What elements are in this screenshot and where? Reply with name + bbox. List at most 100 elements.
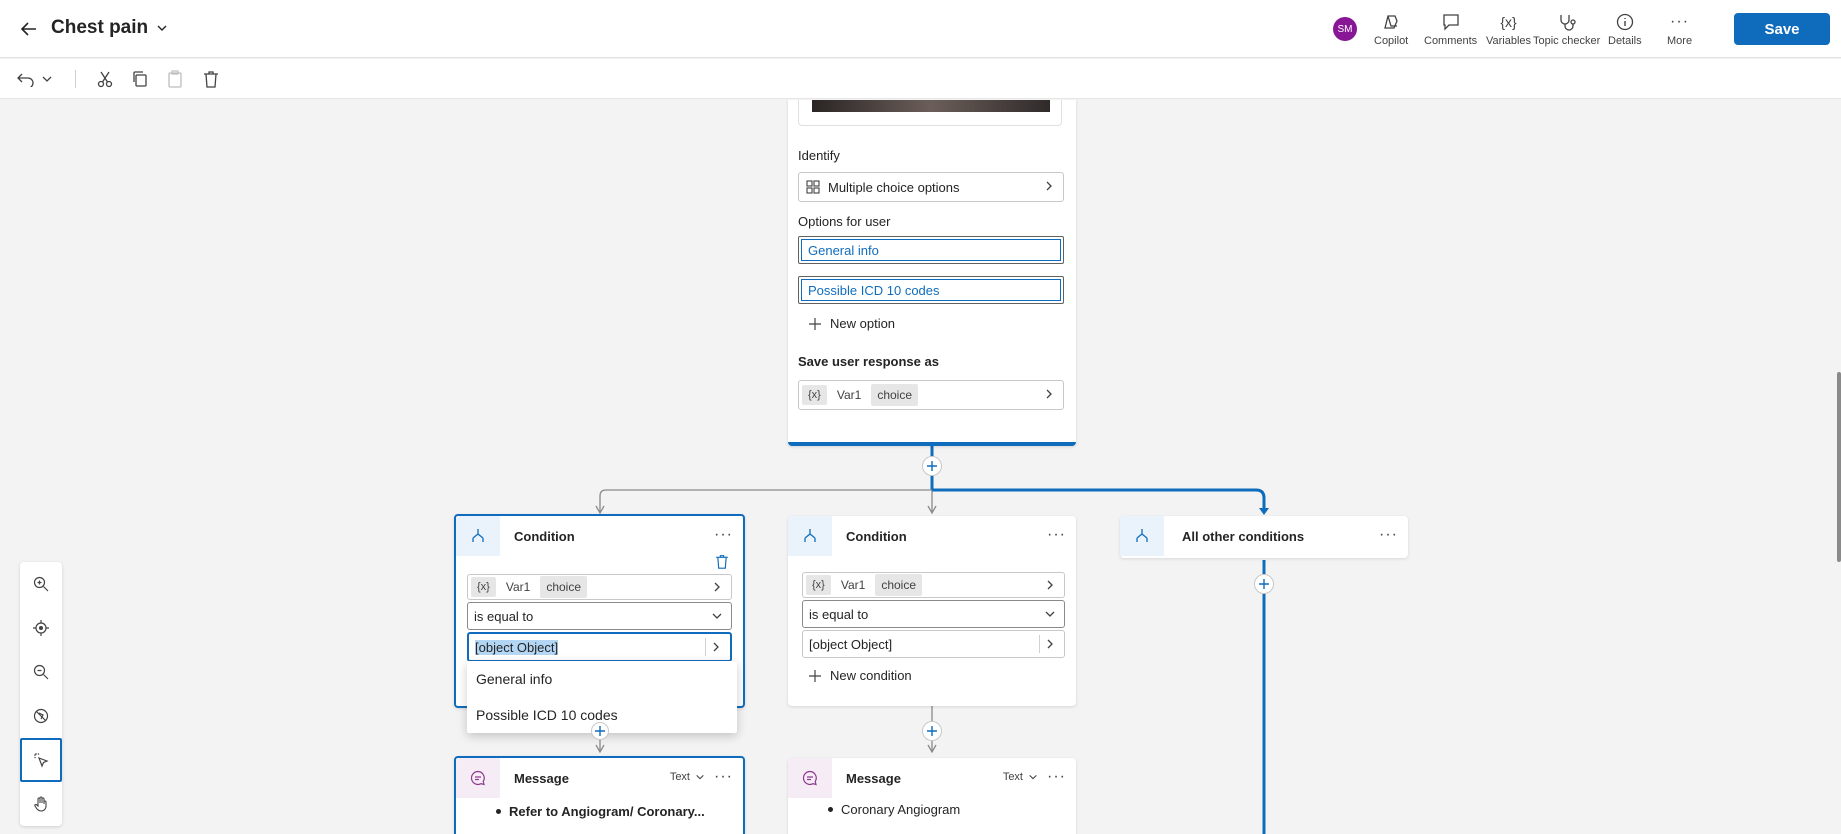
- condition-title: Condition: [846, 528, 907, 544]
- branch-icon: [1136, 529, 1148, 542]
- zoom-in-button[interactable]: [20, 562, 62, 606]
- message-icon-wrap: [788, 758, 832, 798]
- branch-icon: [804, 529, 816, 542]
- condition-value-input[interactable]: [object Object]: [467, 632, 732, 662]
- trash-icon: [204, 71, 218, 88]
- info-icon: [1616, 13, 1633, 31]
- condition-operator-select[interactable]: is equal to: [802, 600, 1065, 628]
- avatar[interactable]: SM: [1333, 17, 1357, 41]
- copilot-icon: [1384, 15, 1398, 29]
- option-input-general-info[interactable]: General info: [798, 236, 1064, 264]
- chevron-right-icon: [1047, 580, 1053, 590]
- authoring-canvas[interactable]: Identify Multiple choice options Options…: [0, 100, 1841, 834]
- add-node-button[interactable]: [922, 721, 942, 741]
- variables-icon: {x}: [1500, 14, 1517, 30]
- select-mode-button[interactable]: [20, 738, 62, 782]
- cut-button[interactable]: [93, 68, 117, 90]
- topic-checker-button[interactable]: Topic checker: [1533, 12, 1600, 47]
- zoom-out-button[interactable]: [20, 650, 62, 694]
- new-option-button[interactable]: New option: [808, 316, 895, 331]
- save-response-label: Save user response as: [798, 354, 939, 369]
- node-more-icon[interactable]: ···: [714, 768, 733, 786]
- comment-icon: [1442, 14, 1459, 31]
- identify-selector[interactable]: Multiple choice options: [798, 172, 1064, 202]
- vertical-scrollbar[interactable]: [1837, 372, 1841, 562]
- chevron-right-icon: [714, 582, 720, 592]
- chevron-right-icon: [713, 642, 719, 652]
- variable-name: Var1: [836, 388, 862, 402]
- chat-bubble-icon: [470, 770, 485, 786]
- chevron-down-icon: [712, 613, 722, 619]
- condition-operator-select[interactable]: is equal to: [467, 602, 732, 630]
- map-off-icon: [33, 708, 49, 724]
- trash-icon: [716, 555, 728, 569]
- zoom-in-icon: [33, 576, 49, 592]
- recenter-button[interactable]: [20, 606, 62, 650]
- topic-header: Chest pain SM Copilot Comments {x} Varia…: [0, 0, 1841, 58]
- option-input-icd-codes[interactable]: Possible ICD 10 codes: [798, 276, 1064, 304]
- undo-dropdown-button[interactable]: [38, 68, 56, 90]
- variable-badge: {x}: [802, 385, 827, 405]
- topic-title-dropdown[interactable]: Chest pain: [51, 17, 168, 39]
- undo-icon: [17, 73, 34, 87]
- edit-toolbar: [0, 59, 1841, 99]
- save-button[interactable]: Save: [1734, 13, 1830, 45]
- plus-icon: [927, 461, 937, 471]
- message-node-2[interactable]: Message Text ··· Coronary Angiogram: [788, 758, 1076, 834]
- condition-value-input[interactable]: [object Object]: [802, 630, 1065, 658]
- toolbar-divider: [75, 70, 76, 88]
- node-more-icon[interactable]: ···: [1047, 768, 1066, 786]
- canvas-controls: [20, 562, 62, 826]
- delete-button[interactable]: [199, 68, 223, 90]
- add-node-button[interactable]: [1254, 574, 1274, 594]
- message-title: Message: [514, 770, 569, 786]
- message-type-select[interactable]: Text: [670, 771, 705, 783]
- save-response-variable[interactable]: {x} Var1 choice: [798, 380, 1064, 410]
- chevron-down-icon: [157, 25, 167, 31]
- add-node-button[interactable]: [922, 456, 942, 476]
- question-node[interactable]: Identify Multiple choice options Options…: [788, 100, 1076, 446]
- chat-bubble-icon: [802, 770, 817, 786]
- identify-value: Multiple choice options: [828, 179, 960, 195]
- undo-button[interactable]: [14, 68, 38, 90]
- new-condition-button[interactable]: New condition: [808, 668, 912, 683]
- delete-condition-button[interactable]: [715, 554, 729, 574]
- condition-node-2[interactable]: Condition ··· {x} Var1 choice is equal t…: [788, 516, 1076, 706]
- minimap-toggle-button[interactable]: [20, 694, 62, 738]
- node-more-icon[interactable]: ···: [714, 526, 733, 544]
- copy-icon: [133, 71, 147, 87]
- message-title: Message: [846, 770, 901, 786]
- identify-label: Identify: [798, 148, 840, 163]
- page-title: Chest pain: [51, 17, 149, 38]
- variable-type: choice: [871, 384, 919, 406]
- message-node-1[interactable]: Message Text ··· Refer to Angiogram/ Cor…: [454, 756, 745, 834]
- node-more-icon[interactable]: ···: [1047, 526, 1066, 544]
- message-node-header: Message Text ···: [788, 758, 1076, 798]
- condition-node-header: Condition ···: [456, 516, 743, 556]
- condition-variable[interactable]: {x} Var1 choice: [467, 574, 732, 600]
- cursor-select-icon: [34, 753, 49, 768]
- question-image-frame: [798, 100, 1062, 126]
- variables-button[interactable]: {x} Variables: [1486, 12, 1531, 47]
- all-other-conditions-node[interactable]: All other conditions ···: [1120, 516, 1408, 558]
- chevron-down-icon: [696, 774, 704, 780]
- plus-icon: [809, 669, 821, 682]
- zoom-out-icon: [33, 664, 49, 680]
- condition-variable[interactable]: {x} Var1 choice: [802, 572, 1065, 598]
- add-node-button[interactable]: [591, 722, 609, 740]
- back-button[interactable]: [16, 16, 42, 42]
- more-button[interactable]: ··· More: [1667, 12, 1692, 47]
- message-type-select[interactable]: Text: [1003, 771, 1038, 783]
- copy-button[interactable]: [128, 68, 152, 90]
- clipboard-icon: [168, 70, 182, 88]
- more-icon: ···: [1670, 13, 1690, 30]
- copilot-button[interactable]: Copilot: [1374, 12, 1408, 47]
- node-more-icon[interactable]: ···: [1379, 526, 1398, 544]
- details-button[interactable]: Details: [1608, 12, 1642, 47]
- comments-button[interactable]: Comments: [1424, 12, 1477, 47]
- dropdown-option-general-info[interactable]: General info: [467, 661, 737, 697]
- message-preview: Coronary Angiogram: [828, 802, 960, 817]
- pan-mode-button[interactable]: [20, 782, 62, 826]
- paste-button[interactable]: [163, 68, 187, 90]
- condition-icon-wrap: [1120, 516, 1164, 556]
